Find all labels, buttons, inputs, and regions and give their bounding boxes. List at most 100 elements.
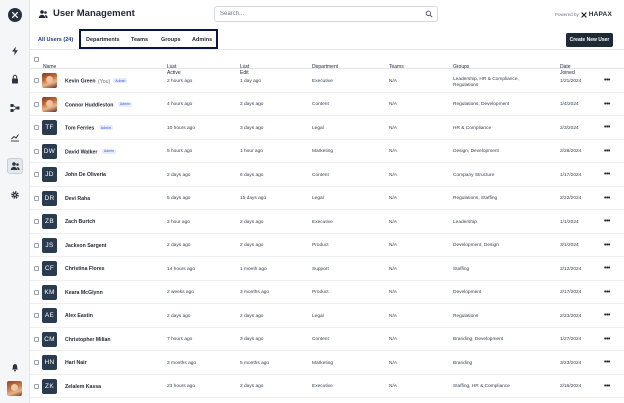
page-header: User Management Powered by HAPAX bbox=[30, 0, 624, 28]
row-checkbox[interactable] bbox=[34, 289, 39, 295]
current-user-avatar[interactable] bbox=[7, 381, 22, 396]
more-options-icon[interactable]: ••• bbox=[604, 242, 610, 249]
row-checkbox[interactable] bbox=[34, 242, 39, 248]
user-name-text: John De Oliveria bbox=[65, 172, 106, 178]
row-checkbox[interactable] bbox=[34, 266, 39, 271]
more-options-icon[interactable]: ••• bbox=[604, 101, 610, 108]
bell-icon[interactable] bbox=[7, 359, 23, 375]
create-new-user-button[interactable]: Create New User bbox=[566, 33, 613, 47]
row-checkbox[interactable] bbox=[34, 195, 39, 201]
table-row[interactable]: HN Hari Nair 3 months ago 5 months ago M… bbox=[30, 351, 624, 375]
user-name[interactable]: John De Oliveria bbox=[65, 172, 106, 178]
more-options-icon[interactable]: ••• bbox=[604, 218, 610, 225]
more-options-icon[interactable]: ••• bbox=[604, 359, 610, 366]
table-row[interactable]: DW David Walker Admin 5 hours ago 1 hour… bbox=[30, 140, 624, 163]
row-checkbox[interactable] bbox=[34, 313, 39, 318]
table-row[interactable]: Kevin Green (You) Admin 2 hours ago 1 day… bbox=[30, 69, 624, 93]
user-name[interactable]: Zelalem Kassa bbox=[65, 384, 101, 390]
table-row[interactable]: AE Alex Eastin 2 days ago 2 days ago Leg… bbox=[30, 304, 624, 328]
admin-badge: Admin bbox=[117, 101, 133, 107]
chart-icon[interactable] bbox=[7, 129, 23, 145]
user-name-text: Connor Huddleston bbox=[65, 102, 114, 108]
users-icon[interactable] bbox=[7, 158, 23, 174]
teams-cell: N/A bbox=[389, 360, 397, 366]
more-options-icon[interactable]: ••• bbox=[604, 336, 610, 343]
avatar-initials: KM bbox=[44, 288, 55, 296]
table-row[interactable]: ZB Zach Burtch 3 hour ago 2 days ago Exe… bbox=[30, 210, 624, 234]
user-name-text: Christina Flores bbox=[65, 266, 105, 272]
user-name[interactable]: Christopher Milian bbox=[65, 337, 111, 343]
user-name[interactable]: Keara McGlynn bbox=[65, 290, 103, 296]
more-options-icon[interactable]: ••• bbox=[604, 77, 610, 84]
user-name[interactable]: Tom Ferries Admin bbox=[65, 125, 113, 132]
more-options-icon[interactable]: ••• bbox=[604, 124, 610, 131]
user-name[interactable]: Kevin Green (You) Admin bbox=[65, 78, 128, 85]
more-options-icon[interactable]: ••• bbox=[604, 171, 610, 178]
user-name[interactable]: Jackson Sargent bbox=[65, 243, 107, 249]
select-all-checkbox[interactable] bbox=[34, 57, 39, 62]
user-name[interactable]: David Walker Admin bbox=[65, 148, 117, 155]
table-row[interactable]: CM Christopher Milian 7 hours ago 3 days… bbox=[30, 328, 624, 351]
more-options-icon[interactable]: ••• bbox=[604, 195, 610, 202]
row-checkbox[interactable] bbox=[34, 360, 39, 365]
avatar: DR bbox=[42, 190, 57, 206]
table-row[interactable]: DR Devi Raha 5 days ago 15 days ago Lega… bbox=[30, 187, 624, 210]
search-input[interactable] bbox=[220, 8, 410, 20]
table-row[interactable]: Connor Huddleston Admin 4 hours ago 2 da… bbox=[30, 93, 624, 116]
logo-icon[interactable] bbox=[8, 8, 22, 22]
table-row[interactable]: TF Tom Ferries Admin 10 hours ago 3 days… bbox=[30, 116, 624, 140]
row-checkbox[interactable] bbox=[34, 78, 39, 83]
last-edit-cell: 3 days ago bbox=[240, 337, 264, 342]
user-name-text: Zach Burtch bbox=[65, 219, 96, 225]
network-icon[interactable] bbox=[7, 100, 23, 116]
tab-all-users[interactable]: All Users (24) bbox=[38, 37, 73, 43]
powered-by-label: Powered by bbox=[554, 12, 579, 17]
more-options-icon[interactable]: ••• bbox=[604, 148, 610, 155]
more-options-icon[interactable]: ••• bbox=[604, 312, 610, 319]
avatar-initials: TF bbox=[45, 124, 54, 131]
users-table: Name ⇅ Last Active ⇅ Last Edit ⇅ Department… bbox=[30, 50, 624, 398]
department-cell: Product bbox=[312, 243, 329, 248]
page-title: User Management bbox=[38, 8, 135, 19]
table-row[interactable]: JD John De Oliveria 2 days ago 6 days ag… bbox=[30, 163, 624, 187]
gear-icon[interactable] bbox=[7, 187, 23, 203]
tab-groups[interactable]: Groups bbox=[161, 37, 181, 43]
tab-admins[interactable]: Admins bbox=[192, 37, 212, 43]
search-icon[interactable] bbox=[425, 10, 433, 18]
user-name[interactable]: Hari Nair bbox=[65, 360, 87, 366]
table-row[interactable]: ZK Zelalem Kassa 23 hours ago 2 days ago… bbox=[30, 375, 624, 398]
last-edit-cell: 1 month ago bbox=[240, 266, 267, 272]
user-name[interactable]: Zach Burtch bbox=[65, 219, 95, 225]
table-row[interactable]: CF Christina Flores 14 hours ago 1 month… bbox=[30, 257, 624, 281]
row-checkbox[interactable] bbox=[34, 172, 39, 177]
last-active-cell: 14 hours ago bbox=[167, 266, 196, 272]
row-checkbox[interactable] bbox=[34, 336, 39, 342]
tab-teams[interactable]: Teams bbox=[131, 37, 148, 43]
table-row[interactable]: KM Keara McGlynn 2 weeks ago 3 months ag… bbox=[30, 281, 624, 304]
more-options-icon[interactable]: ••• bbox=[604, 265, 610, 272]
row-checkbox[interactable] bbox=[34, 219, 39, 224]
more-options-icon[interactable]: ••• bbox=[604, 383, 610, 390]
more-options-icon[interactable]: ••• bbox=[604, 289, 610, 296]
search-box[interactable] bbox=[214, 6, 438, 22]
table-row[interactable]: JS Jackson Sargent 2 days ago 2 days ago… bbox=[30, 234, 624, 257]
date-joined-cell: 1/4/2024 bbox=[560, 102, 579, 107]
lock-icon[interactable] bbox=[7, 71, 23, 87]
lightning-icon[interactable] bbox=[7, 43, 23, 59]
row-checkbox[interactable] bbox=[34, 101, 39, 107]
user-name[interactable]: Devi Raha bbox=[65, 196, 90, 202]
last-edit-cell: 2 days ago bbox=[240, 243, 264, 248]
avatar-initials: CF bbox=[44, 265, 55, 272]
user-name[interactable]: Christina Flores bbox=[65, 266, 105, 272]
avatar: JD bbox=[42, 167, 57, 182]
row-checkbox[interactable] bbox=[34, 383, 39, 389]
last-edit-cell: 5 months ago bbox=[240, 360, 270, 366]
user-name-text: Jackson Sargent bbox=[65, 242, 107, 249]
tab-departments[interactable]: Departments bbox=[86, 37, 120, 43]
last-active-cell: 10 hours ago bbox=[167, 125, 196, 131]
user-name[interactable]: Connor Huddleston Admin bbox=[65, 101, 133, 108]
row-checkbox[interactable] bbox=[34, 125, 39, 130]
user-name[interactable]: Alex Eastin bbox=[65, 313, 93, 319]
row-checkbox[interactable] bbox=[34, 148, 39, 154]
last-edit-cell: 2 days ago bbox=[240, 219, 264, 225]
